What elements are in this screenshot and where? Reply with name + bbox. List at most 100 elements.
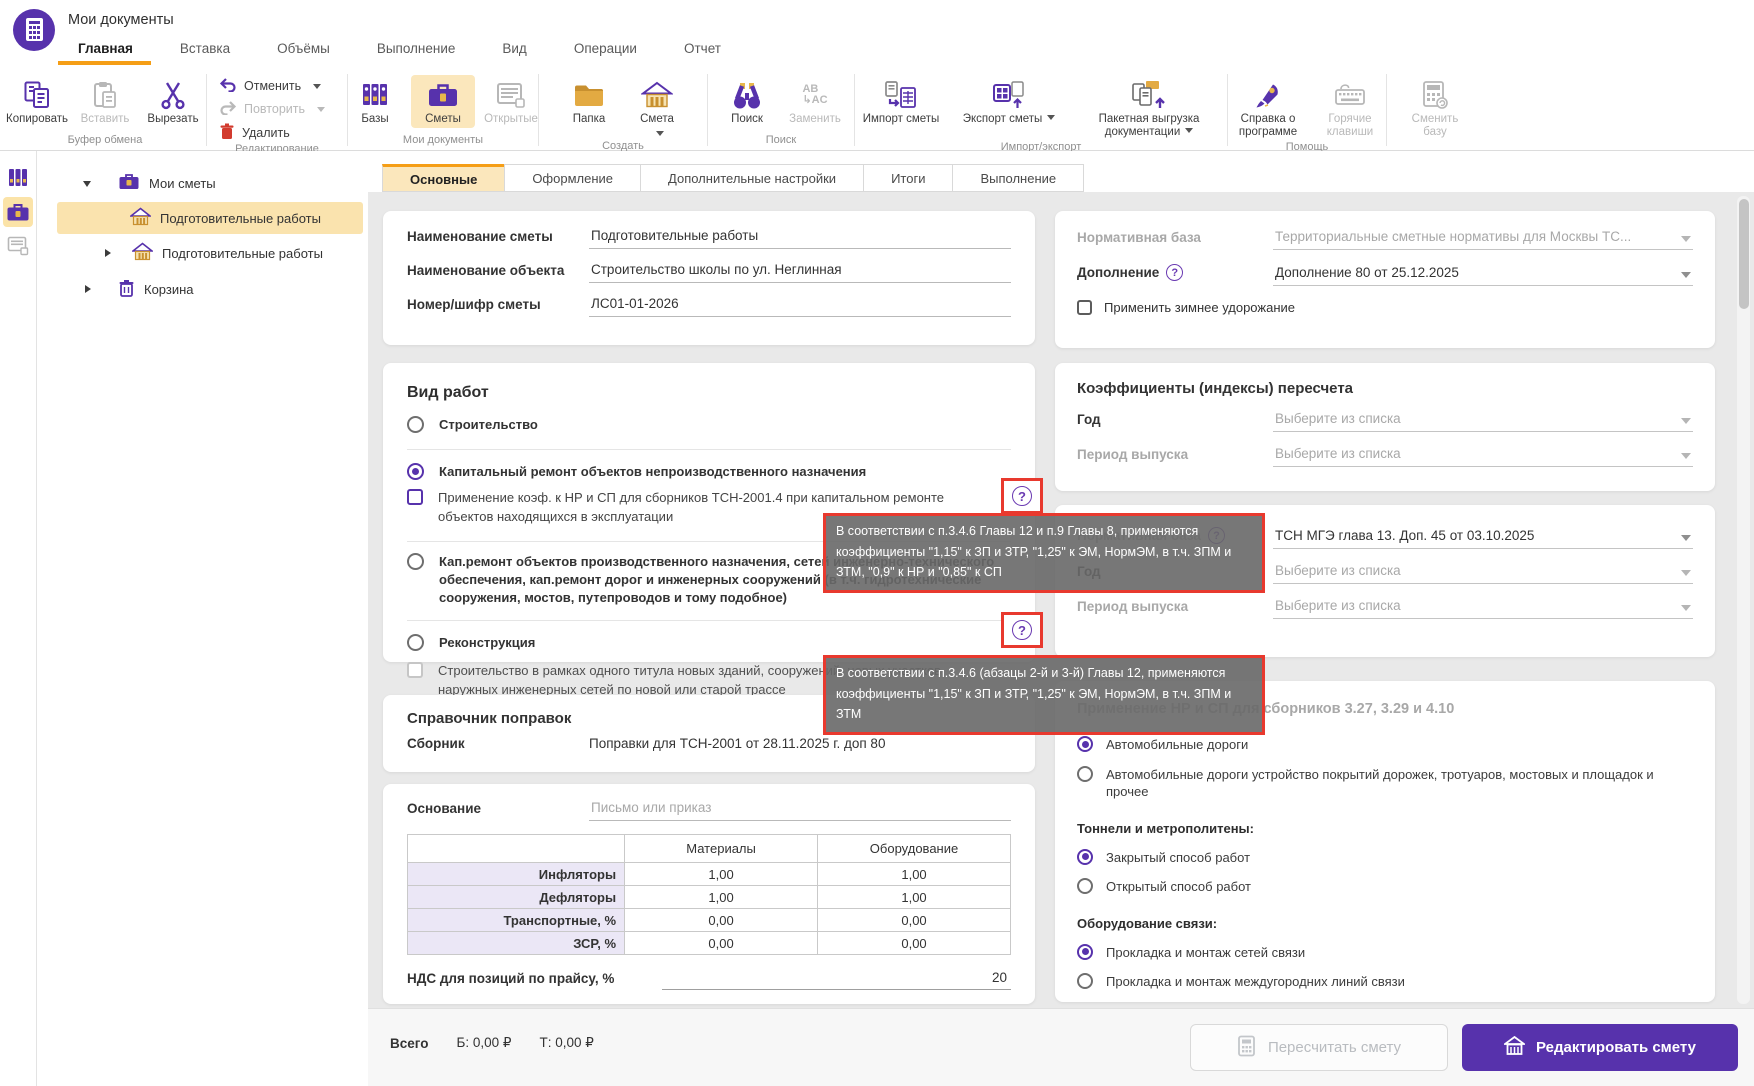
export-dropdown-icon[interactable] [1047,115,1055,124]
help-icon[interactable] [1166,264,1183,281]
basis-input[interactable]: Письмо или приказ [589,800,1011,821]
chevron-down-icon[interactable] [1681,453,1691,464]
ribbon-tab-main[interactable]: Главная [78,39,133,58]
help-icon[interactable] [1012,620,1032,640]
batch-dropdown-icon[interactable] [1185,128,1193,137]
radio-icon[interactable] [1077,973,1093,989]
batch-export-button[interactable]: Пакетная выгрузка документации [1070,75,1228,141]
cut-button[interactable]: Вырезать [141,75,205,128]
estimate-number-input[interactable]: ЛС01-01-2026 [589,296,1011,317]
tree-item-my-estimates[interactable]: Мои сметы [83,168,216,198]
hotkeys-button[interactable]: Горячие клавиши [1313,75,1387,141]
checkbox-disabled-icon[interactable] [407,662,423,678]
redo-dropdown-icon[interactable] [317,107,325,116]
tree-item-estimate-selected[interactable]: Подготовительные работы [130,203,321,233]
radio-selected-icon[interactable] [1077,736,1093,752]
chevron-down-icon[interactable] [1681,605,1691,616]
undo-button[interactable]: Отменить [219,77,335,95]
create-estimate-dropdown-icon[interactable] [656,131,664,140]
year-select[interactable]: Выберите из списка [1273,411,1693,432]
object-name-input[interactable]: Строительство школы по ул. Неглинная [589,262,1011,283]
option-roads[interactable]: Автомобильные дороги [1077,736,1693,754]
option-closed-method[interactable]: Закрытый способ работ [1077,849,1693,867]
tsn-period-select[interactable]: Выберите из списка [1273,598,1693,619]
deflators-equipment-cell[interactable]: 1,00 [818,886,1011,909]
tab-totals[interactable]: Итоги [863,164,953,192]
option-reconstruction[interactable]: Реконструкция [407,621,1011,652]
tab-additional-settings[interactable]: Дополнительные настройки [640,164,864,192]
option-open-method[interactable]: Открытый способ работ [1077,878,1693,896]
option-comm-networks[interactable]: Прокладка и монтаж сетей связи [1077,944,1693,962]
replace-button[interactable]: AB↳AC Заменить [783,75,847,128]
radio-selected-icon[interactable] [407,463,424,480]
help-icon[interactable] [1012,486,1032,506]
tab-formatting[interactable]: Оформление [504,164,641,192]
checkbox-icon[interactable] [407,489,423,505]
bases-button[interactable]: Базы [343,75,407,128]
tab-execution[interactable]: Выполнение [952,164,1084,192]
ribbon-tab-operations[interactable]: Операции [574,39,637,58]
estimate-name-input[interactable]: Подготовительные работы [589,228,1011,249]
vertical-scrollbar[interactable] [1737,196,1750,1004]
create-folder-button[interactable]: Папка [557,75,621,128]
radio-icon[interactable] [407,416,424,433]
radio-icon[interactable] [407,553,424,570]
radio-icon[interactable] [1077,766,1093,782]
opened-button[interactable]: Открытые [479,75,543,128]
vat-input[interactable]: 20 [662,970,1011,990]
radio-icon[interactable] [407,634,424,651]
create-estimate-button[interactable]: Смета [625,75,689,140]
option-roads-coverings[interactable]: Автомобильные дороги устройство покрытий… [1077,766,1693,801]
change-base-button[interactable]: Сменить базу [1397,75,1473,141]
chevron-right-icon[interactable] [105,249,115,257]
inflators-equipment-cell[interactable]: 1,00 [818,863,1011,886]
undo-dropdown-icon[interactable] [313,84,321,93]
chevron-down-icon[interactable] [1681,418,1691,429]
option-comm-longdistance[interactable]: Прокладка и монтаж междугородних линий с… [1077,973,1693,991]
period-select[interactable]: Выберите из списка [1273,446,1693,467]
estimates-button[interactable]: Сметы [411,75,475,128]
export-estimate-button[interactable]: Экспорт сметы [952,75,1066,128]
delete-button[interactable]: Удалить [219,123,335,143]
addition-select[interactable]: Дополнение 80 от 25.12.2025 [1273,265,1693,286]
app-logo-icon[interactable] [12,8,56,57]
radio-selected-icon[interactable] [1077,944,1093,960]
scrollbar-thumb[interactable] [1739,199,1749,309]
redo-button[interactable]: Повторить [219,100,335,118]
radio-selected-icon[interactable] [1077,849,1093,865]
zsr-equipment-cell[interactable]: 0,00 [818,932,1011,955]
import-estimate-button[interactable]: Импорт сметы [854,75,948,128]
collection-value[interactable]: Поправки для ТСН-2001 от 28.11.2025 г. д… [589,736,1011,751]
inflators-materials-cell[interactable]: 1,00 [625,863,818,886]
search-button[interactable]: Поиск [715,75,779,128]
edit-estimate-button[interactable]: Редактировать смету [1462,1024,1738,1071]
radio-icon[interactable] [1077,878,1093,894]
copy-button[interactable]: Копировать [5,75,69,128]
option-capital-repair[interactable]: Капитальный ремонт объектов непроизводст… [407,450,1011,481]
winter-markup-checkbox[interactable]: Применить зимнее удорожание [1077,300,1693,315]
chevron-down-icon[interactable] [1681,272,1691,283]
recalculate-button[interactable]: Пересчитать смету [1190,1024,1448,1071]
tsn-base-select[interactable]: ТСН МГЭ глава 13. Доп. 45 от 03.10.2025 [1273,528,1693,549]
chevron-down-icon[interactable] [1681,236,1691,247]
paste-button[interactable]: Вставить [73,75,137,128]
tab-general[interactable]: Основные [382,164,505,192]
transport-equipment-cell[interactable]: 0,00 [818,909,1011,932]
ribbon-tab-view[interactable]: Вид [502,39,526,58]
zsr-materials-cell[interactable]: 0,00 [625,932,818,955]
rail-estimates-icon[interactable] [3,197,33,227]
ribbon-tab-report[interactable]: Отчет [684,39,721,58]
ribbon-tab-execution[interactable]: Выполнение [377,39,456,58]
transport-materials-cell[interactable]: 0,00 [625,909,818,932]
deflators-materials-cell[interactable]: 1,00 [625,886,818,909]
rail-bases-icon[interactable] [3,163,33,193]
ribbon-tab-volumes[interactable]: Объёмы [277,39,330,58]
chevron-down-icon[interactable] [1681,535,1691,546]
option-construction[interactable]: Строительство [407,416,1011,450]
about-button[interactable]: Справка о программе [1227,75,1309,141]
tree-item-estimate-2[interactable]: Подготовительные работы [103,238,323,268]
checkbox-icon[interactable] [1077,300,1092,315]
chevron-down-icon[interactable] [83,181,91,191]
rail-opened-icon[interactable] [3,231,33,261]
tree-item-trash[interactable]: Корзина [83,274,194,304]
